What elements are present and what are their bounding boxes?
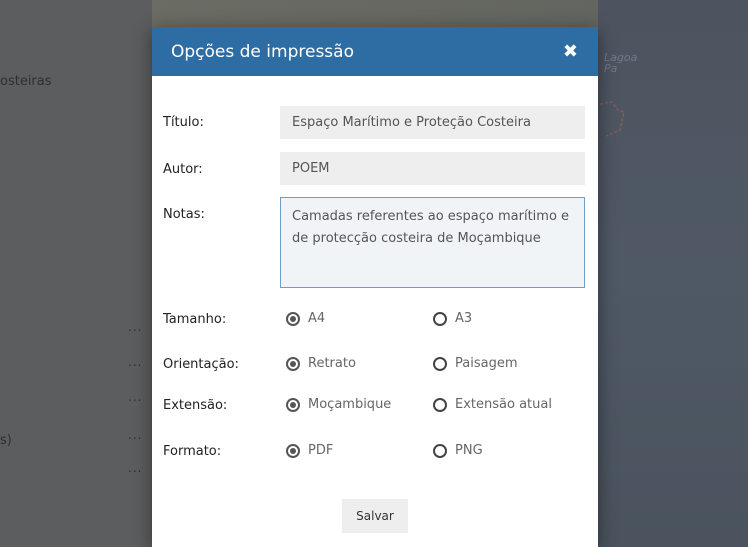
orientation-landscape-radio[interactable]: Paisagem xyxy=(433,356,518,371)
orientation-label: Orientação: xyxy=(163,357,239,372)
orientation-portrait-radio[interactable]: Retrato xyxy=(286,356,356,371)
notes-label: Notas: xyxy=(163,207,205,222)
map-water-area xyxy=(598,0,748,547)
radio-label: Paisagem xyxy=(455,356,518,371)
title-input[interactable] xyxy=(280,106,585,139)
map-boundary-line xyxy=(599,101,625,137)
radio-checked-icon xyxy=(286,397,300,412)
size-a4-radio[interactable]: A4 xyxy=(286,311,325,326)
radio-unchecked-icon xyxy=(433,356,447,371)
dialog-title: Opções de impressão xyxy=(171,41,354,62)
radio-label: A3 xyxy=(455,311,473,326)
radio-label: Retrato xyxy=(308,356,356,371)
radio-label: PNG xyxy=(455,443,483,458)
format-pdf-radio[interactable]: PDF xyxy=(286,443,333,458)
layer-menu-dots-icon[interactable]: ... xyxy=(128,320,142,334)
radio-unchecked-icon xyxy=(433,311,447,326)
format-png-radio[interactable]: PNG xyxy=(433,443,483,458)
layer-menu-dots-icon[interactable]: ... xyxy=(128,390,142,404)
size-label: Tamanho: xyxy=(163,312,227,327)
sidebar-layer-text: s) xyxy=(0,433,12,448)
dialog-header: Opções de impressão ✖ xyxy=(152,27,598,76)
close-icon[interactable]: ✖ xyxy=(563,42,578,61)
extent-label: Extensão: xyxy=(163,398,228,413)
radio-label: A4 xyxy=(308,311,326,326)
radio-label: Moçambique xyxy=(308,397,392,412)
title-label: Título: xyxy=(163,115,204,130)
radio-unchecked-icon xyxy=(433,443,447,458)
author-label: Autor: xyxy=(163,162,203,177)
radio-checked-icon xyxy=(286,356,300,371)
layer-menu-dots-icon[interactable]: ... xyxy=(128,355,142,369)
radio-label: PDF xyxy=(308,443,334,458)
size-a3-radio[interactable]: A3 xyxy=(433,311,472,326)
radio-checked-icon xyxy=(286,443,300,458)
radio-unchecked-icon xyxy=(433,397,447,412)
extent-current-radio[interactable]: Extensão atual xyxy=(433,397,552,412)
sidebar-layer-text: osteiras xyxy=(0,74,52,89)
extent-mozambique-radio[interactable]: Moçambique xyxy=(286,397,391,412)
author-input[interactable] xyxy=(280,152,585,185)
radio-checked-icon xyxy=(286,311,300,326)
layer-menu-dots-icon[interactable]: ... xyxy=(128,428,142,442)
print-options-dialog: Opções de impressão ✖ Título: Autor: Not… xyxy=(152,27,598,547)
format-label: Formato: xyxy=(163,444,222,459)
radio-label: Extensão atual xyxy=(455,397,552,412)
map-place-label: Lagoa Pa xyxy=(604,51,638,75)
save-button[interactable]: Salvar xyxy=(342,499,408,533)
notes-textarea[interactable]: Camadas referentes ao espaço marítimo e … xyxy=(280,197,585,288)
layer-menu-dots-icon[interactable]: ... xyxy=(128,461,142,475)
